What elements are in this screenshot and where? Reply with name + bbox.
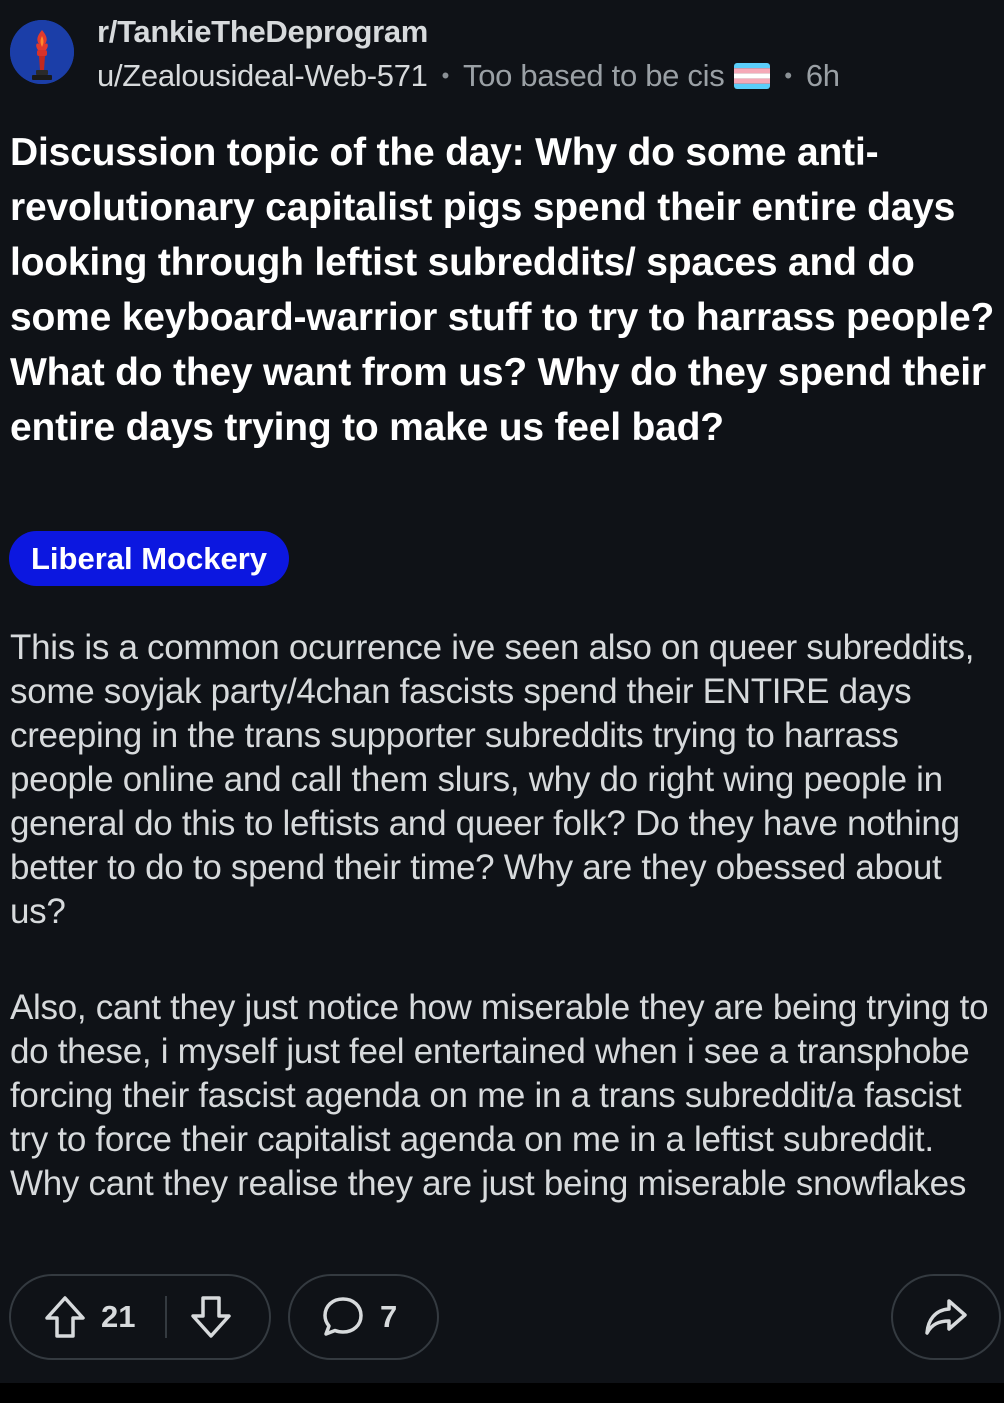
arrow-up-icon[interactable] (43, 1294, 87, 1340)
comments-button[interactable]: 7 (288, 1274, 439, 1360)
subreddit-avatar[interactable] (10, 20, 74, 84)
vote-score: 21 (101, 1299, 136, 1334)
torch-icon (10, 20, 74, 84)
comment-count: 7 (380, 1299, 398, 1334)
post-flair-badge[interactable]: Liberal Mockery (9, 531, 290, 586)
post-body-paragraph: This is a common ocurrence ive seen also… (10, 628, 975, 931)
subreddit-name[interactable]: r/TankieTheDeprogram (97, 14, 428, 50)
arrow-down-icon[interactable] (189, 1294, 233, 1340)
user-flair: Too based to be cis (463, 58, 725, 93)
post-body-paragraph: Also, cant they just notice how miserabl… (10, 988, 989, 1203)
post-time: 6h (805, 58, 840, 93)
author-username[interactable]: u/Zealousideal-Web-571 (97, 58, 428, 94)
speech-bubble-icon (320, 1294, 366, 1340)
meta-separator: • (441, 63, 450, 88)
post-title[interactable]: Discussion topic of the day: Why do some… (10, 125, 1000, 455)
post-action-bar: 21 7 (0, 1272, 1004, 1364)
share-button[interactable] (891, 1274, 1001, 1360)
vote-control: 21 (9, 1274, 271, 1360)
transgender-flag-icon (734, 63, 771, 89)
post-header: r/TankieTheDeprogram u/Zealousideal-Web-… (0, 0, 1004, 110)
vote-divider (165, 1296, 168, 1338)
bottom-system-bar (0, 1383, 1004, 1403)
share-arrow-icon (923, 1295, 969, 1339)
post-meta: u/Zealousideal-Web-571 • Too based to be… (97, 58, 840, 94)
meta-separator: • (784, 63, 792, 88)
